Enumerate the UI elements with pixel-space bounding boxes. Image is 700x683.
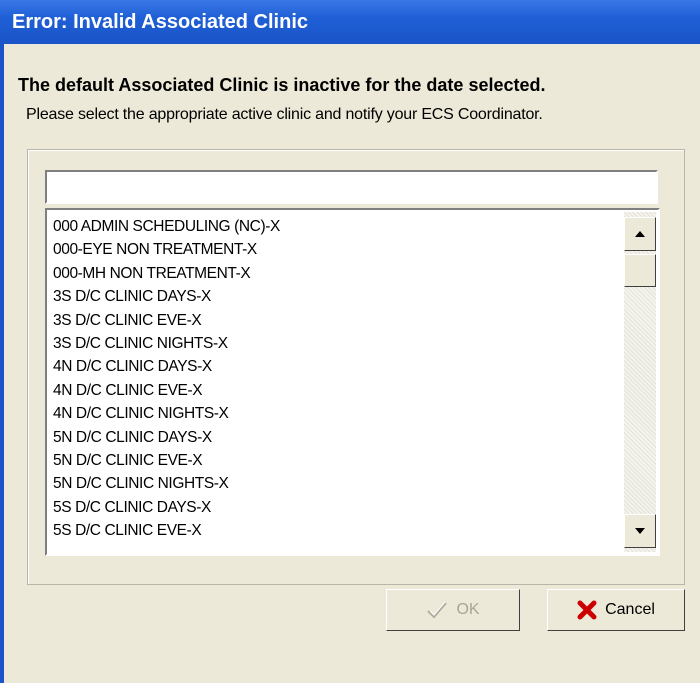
arrow-down-icon [635,528,645,534]
clinic-list-item[interactable]: 000-EYE NON TREATMENT-X [53,238,622,261]
clinic-list-item[interactable]: 5S D/C CLINIC EVE-X [53,519,622,542]
window-title: Error: Invalid Associated Clinic [12,11,309,33]
checkmark-icon [427,601,448,619]
arrow-up-icon [635,231,645,237]
clinic-list-item[interactable]: 3S D/C CLINIC NIGHTS-X [53,332,622,355]
clinic-list-item[interactable]: 5N D/C CLINIC EVE-X [53,449,622,472]
vertical-scrollbar[interactable] [624,212,656,552]
scroll-down-button[interactable] [624,514,656,548]
clinic-list-item[interactable]: 000-MH NON TREATMENT-X [53,262,622,285]
ok-label: OK [456,601,480,618]
clinic-list: 000 ADMIN SCHEDULING (NC)-X 000-EYE NON T… [53,215,622,542]
clinic-list-item[interactable]: 3S D/C CLINIC EVE-X [53,309,622,332]
clinic-list-item[interactable]: 5N D/C CLINIC DAYS-X [53,426,622,449]
cancel-button[interactable]: Cancel [547,589,685,631]
clinic-listbox[interactable]: 000 ADMIN SCHEDULING (NC)-X 000-EYE NON T… [45,208,660,556]
clinic-list-item[interactable]: 5N D/C CLINIC NIGHTS-X [53,472,622,495]
red-x-icon [577,600,597,620]
clinic-list-item[interactable]: 4N D/C CLINIC DAYS-X [53,355,622,378]
window-frame-left [0,44,4,683]
scroll-up-button[interactable] [624,217,656,251]
cancel-label: Cancel [605,601,655,618]
scroll-thumb[interactable] [624,254,656,287]
title-bar[interactable]: Error: Invalid Associated Clinic [0,0,700,44]
clinic-list-item[interactable]: 4N D/C CLINIC NIGHTS-X [53,402,622,425]
ok-button[interactable]: OK [386,589,520,631]
clinic-list-item[interactable]: 5S D/C CLINIC DAYS-X [53,496,622,519]
clinic-search-input[interactable] [45,170,658,204]
error-heading: The default Associated Clinic is inactiv… [18,75,546,95]
clinic-list-item[interactable]: 4N D/C CLINIC EVE-X [53,379,622,402]
clinic-list-item[interactable]: 000 ADMIN SCHEDULING (NC)-X [53,215,622,238]
clinic-list-item[interactable]: 3S D/C CLINIC DAYS-X [53,285,622,308]
error-detail: Please select the appropriate active cli… [26,106,543,123]
